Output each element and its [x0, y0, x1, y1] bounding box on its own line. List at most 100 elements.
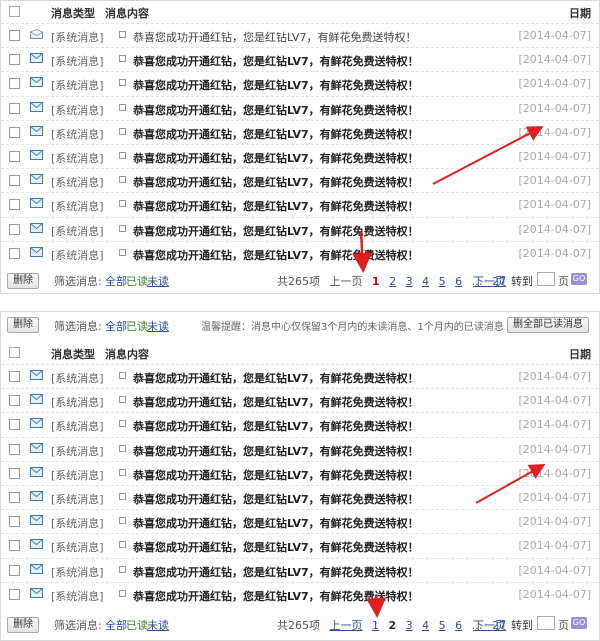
message-row[interactable]: [系统消息] 恭喜您成功开通红钻，您是红钻LV7，有鲜花免费送特权！ [2014-0…	[1, 216, 599, 242]
row-message[interactable]: 恭喜您成功开通红钻，您是红钻LV7，有鲜花免费送特权！	[133, 443, 419, 459]
row-checkbox[interactable]	[9, 102, 20, 114]
page-link-1[interactable]: 1	[372, 619, 379, 632]
message-row[interactable]: [系统消息] 恭喜您成功开通红钻，您是红钻LV7，有鲜花免费送特权！ [2014-0…	[1, 95, 599, 121]
prev-page-link[interactable]: 上一页	[330, 273, 363, 289]
row-checkbox[interactable]	[9, 492, 20, 503]
page-link-4[interactable]: 4	[422, 275, 429, 288]
next-page-link[interactable]: 下一页	[473, 273, 506, 289]
row-message[interactable]: 恭喜您成功开通红钻，您是红钻LV7，有鲜花免费送特权！	[133, 515, 419, 531]
header-date: 日期	[569, 348, 591, 361]
page-jump-input-bottom[interactable]	[537, 616, 555, 630]
page-link-5[interactable]: 5	[439, 619, 446, 632]
filter-read-link-top[interactable]: 已读	[126, 318, 148, 334]
row-checkbox[interactable]	[9, 395, 20, 407]
row-checkbox[interactable]	[9, 371, 20, 382]
row-marker	[119, 493, 126, 500]
row-checkbox[interactable]	[9, 199, 20, 211]
message-row[interactable]: [系统消息] 恭喜您成功开通红钻，您是红钻LV7，有鲜花免费送特权！ [2014-0…	[1, 168, 599, 193]
message-row[interactable]: [系统消息] 恭喜您成功开通红钻，您是红钻LV7，有鲜花免费送特权！ [2014-0…	[1, 581, 599, 607]
row-checkbox[interactable]	[9, 443, 20, 455]
message-row[interactable]: [系统消息] 恭喜您成功开通红钻，您是红钻LV7，有鲜花免费送特权！ [2014-0…	[1, 119, 599, 145]
row-checkbox[interactable]	[9, 54, 20, 66]
row-checkbox[interactable]	[9, 564, 20, 576]
row-message[interactable]: 恭喜您成功开通红钻，您是红钻LV7，有鲜花免费送特权！	[133, 53, 419, 69]
page-link-6[interactable]: 6	[455, 275, 462, 288]
row-message[interactable]: 恭喜您成功开通红钻，您是红钻LV7，有鲜花免费送特权！	[133, 77, 419, 93]
row-message[interactable]: 恭喜您成功开通红钻，您是红钻LV7，有鲜花免费送特权！	[133, 150, 419, 166]
delete-button[interactable]: 删除	[7, 273, 39, 289]
row-date: [2014-04-07]	[518, 491, 591, 504]
message-row[interactable]: [系统消息] 恭喜您成功开通红钻，您是红钻LV7，有鲜花免费送特权！ [2014-0…	[1, 23, 599, 48]
filter-unread-link-top[interactable]: 未读	[147, 318, 169, 334]
message-row[interactable]: [系统消息] 恭喜您成功开通红钻，您是红钻LV7，有鲜花免费送特权！ [2014-0…	[1, 240, 599, 266]
row-checkbox[interactable]	[9, 30, 20, 41]
message-row[interactable]: [系统消息] 恭喜您成功开通红钻，您是红钻LV7，有鲜花免费送特权！ [2014-0…	[1, 144, 599, 169]
page-link-5[interactable]: 5	[439, 275, 446, 288]
row-checkbox[interactable]	[9, 247, 20, 259]
row-checkbox[interactable]	[9, 540, 20, 552]
row-checkbox[interactable]	[9, 467, 20, 479]
row-message[interactable]: 恭喜您成功开通红钻，您是红钻LV7，有鲜花免费送特权！	[133, 394, 419, 410]
row-checkbox[interactable]	[9, 78, 20, 90]
message-row[interactable]: [系统消息] 恭喜您成功开通红钻，您是红钻LV7，有鲜花免费送特权！ [2014-0…	[1, 412, 599, 437]
page-link-6[interactable]: 6	[455, 619, 462, 632]
page-link-3[interactable]: 3	[406, 275, 413, 288]
page-link-1[interactable]: 1	[372, 275, 380, 288]
filter-unread-link[interactable]: 未读	[147, 273, 169, 289]
page-link-3[interactable]: 3	[406, 619, 413, 632]
row-checkbox[interactable]	[9, 151, 20, 162]
message-row[interactable]: [系统消息] 恭喜您成功开通红钻，您是红钻LV7，有鲜花免费送特权！ [2014-0…	[1, 533, 599, 558]
page-link-4[interactable]: 4	[422, 619, 429, 632]
row-message[interactable]: 恭喜您成功开通红钻，您是红钻LV7，有鲜花免费送特权！	[133, 467, 419, 483]
message-row[interactable]: [系统消息] 恭喜您成功开通红钻，您是红钻LV7，有鲜花免费送特权！ [2014-0…	[1, 192, 599, 217]
row-message[interactable]: 恭喜您成功开通红钻，您是红钻LV7，有鲜花免费送特权！	[133, 174, 419, 190]
select-all-checkbox-bottom[interactable]	[9, 347, 20, 358]
filter-read-link-bottom[interactable]: 已读	[126, 617, 148, 633]
row-checkbox[interactable]	[9, 588, 20, 600]
row-message[interactable]: 恭喜您成功开通红钻，您是红钻LV7，有鲜花免费送特权！	[133, 491, 419, 507]
row-message[interactable]: 恭喜您成功开通红钻，您是红钻LV7，有鲜花免费送特权！	[133, 29, 416, 45]
message-row[interactable]: [系统消息] 恭喜您成功开通红钻，您是红钻LV7，有鲜花免费送特权！ [2014-0…	[1, 71, 599, 96]
go-button[interactable]: GO	[571, 273, 587, 285]
filter-unread-link-bottom[interactable]: 未读	[147, 617, 169, 633]
row-checkbox[interactable]	[9, 516, 20, 528]
message-row[interactable]: [系统消息] 恭喜您成功开通红钻，您是红钻LV7，有鲜花免费送特权！ [2014-0…	[1, 47, 599, 72]
page-jump-input[interactable]	[537, 272, 555, 286]
message-row[interactable]: [系统消息] 恭喜您成功开通红钻，您是红钻LV7，有鲜花免费送特权！ [2014-0…	[1, 460, 599, 486]
row-message[interactable]: 恭喜您成功开通红钻，您是红钻LV7，有鲜花免费送特权！	[133, 247, 419, 263]
filter-read-link[interactable]: 已读	[126, 273, 148, 289]
message-row[interactable]: [系统消息] 恭喜您成功开通红钻，您是红钻LV7，有鲜花免费送特权！ [2014-0…	[1, 557, 599, 583]
filter-all-link[interactable]: 全部	[105, 273, 127, 289]
go-button-bottom[interactable]: GO	[571, 617, 587, 629]
envelope-icon	[30, 222, 43, 233]
prev-page-link[interactable]: 上一页	[330, 617, 363, 633]
row-message[interactable]: 恭喜您成功开通红钻，您是红钻LV7，有鲜花免费送特权！	[133, 223, 419, 239]
filter-all-link-top[interactable]: 全部	[105, 318, 127, 334]
select-all-checkbox[interactable]	[9, 6, 20, 17]
message-row[interactable]: [系统消息] 恭喜您成功开通红钻，您是红钻LV7，有鲜花免费送特权！ [2014-0…	[1, 436, 599, 462]
row-checkbox[interactable]	[9, 419, 20, 431]
page-link-2[interactable]: 2	[389, 275, 396, 288]
envelope-icon	[30, 394, 43, 405]
message-row[interactable]: [系统消息] 恭喜您成功开通红钻，您是红钻LV7，有鲜花免费送特权！ [2014-0…	[1, 388, 599, 413]
next-page-link-bottom[interactable]: 下一页	[473, 617, 506, 633]
delete-button-bottom[interactable]: 删除	[7, 617, 39, 633]
delete-button-top[interactable]: 删除	[7, 317, 39, 333]
row-message[interactable]: 恭喜您成功开通红钻，您是红钻LV7，有鲜花免费送特权！	[133, 198, 419, 214]
row-message[interactable]: 恭喜您成功开通红钻，您是红钻LV7，有鲜花免费送特权！	[133, 370, 419, 386]
row-checkbox[interactable]	[9, 223, 20, 235]
row-message[interactable]: 恭喜您成功开通红钻，您是红钻LV7，有鲜花免费送特权！	[133, 588, 419, 604]
row-message[interactable]: 恭喜您成功开通红钻，您是红钻LV7，有鲜花免费送特权！	[133, 418, 419, 434]
row-message[interactable]: 恭喜您成功开通红钻，您是红钻LV7，有鲜花免费送特权！	[133, 539, 419, 555]
row-checkbox[interactable]	[9, 175, 20, 187]
page-link-2[interactable]: 2	[389, 619, 397, 632]
row-message[interactable]: 恭喜您成功开通红钻，您是红钻LV7，有鲜花免费送特权！	[133, 564, 419, 580]
row-message[interactable]: 恭喜您成功开通红钻，您是红钻LV7，有鲜花免费送特权！	[133, 102, 419, 118]
delete-all-read-button[interactable]: 删全部已读消息	[507, 317, 589, 333]
row-message[interactable]: 恭喜您成功开通红钻，您是红钻LV7，有鲜花免费送特权！	[133, 126, 419, 142]
filter-all-link-bottom[interactable]: 全部	[105, 617, 127, 633]
message-row[interactable]: [系统消息] 恭喜您成功开通红钻，您是红钻LV7，有鲜花免费送特权！ [2014-0…	[1, 485, 599, 510]
message-row[interactable]: [系统消息] 恭喜您成功开通红钻，您是红钻LV7，有鲜花免费送特权！ [2014-0…	[1, 364, 599, 389]
row-checkbox[interactable]	[9, 126, 20, 138]
message-row[interactable]: [系统消息] 恭喜您成功开通红钻，您是红钻LV7，有鲜花免费送特权！ [2014-0…	[1, 509, 599, 534]
